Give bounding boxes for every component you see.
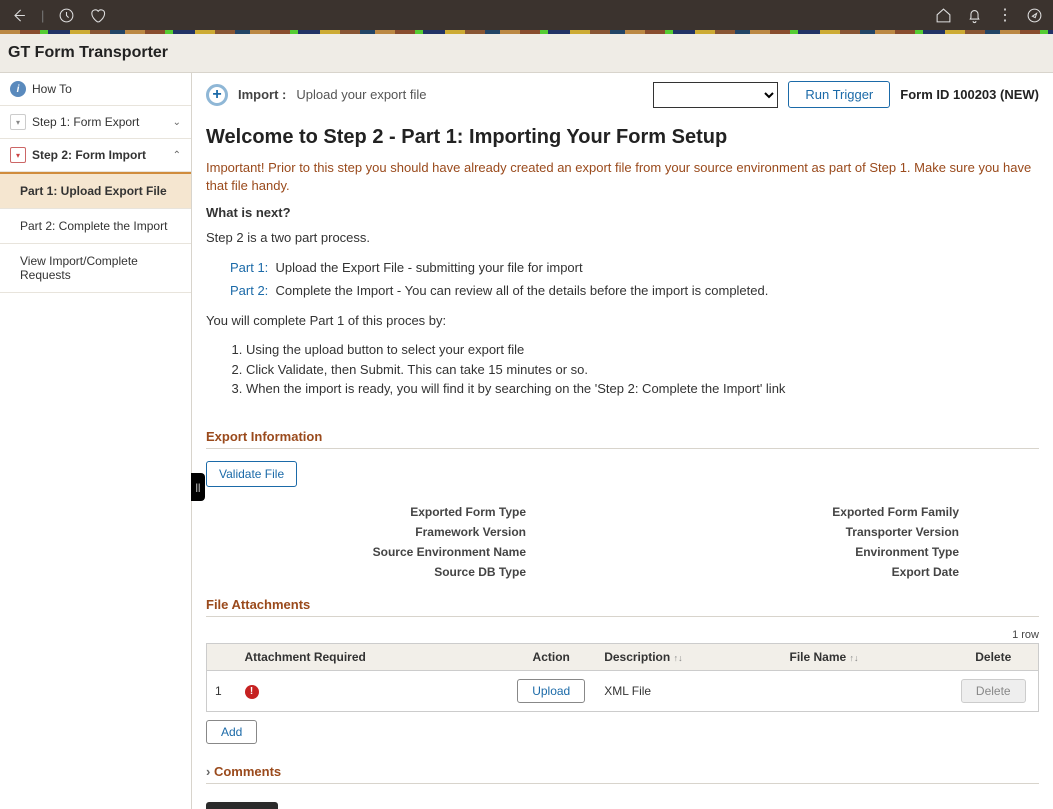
col-delete[interactable]: Delete <box>949 643 1039 670</box>
sidebar-step2[interactable]: ▾ Step 2: Form Import ⌃ <box>0 139 191 172</box>
welcome-heading: Welcome to Step 2 - Part 1: Importing Yo… <box>206 126 1039 149</box>
row-description: XML File <box>596 670 781 711</box>
form-id: Form ID 100203 (NEW) <box>900 87 1039 102</box>
more-icon[interactable]: ⋮ <box>997 5 1012 25</box>
trigger-select[interactable] <box>653 82 778 108</box>
back-icon[interactable] <box>10 7 27 24</box>
run-trigger-button[interactable]: Run Trigger <box>788 81 890 108</box>
heart-icon[interactable] <box>89 7 106 24</box>
import-label: Import : <box>238 87 286 102</box>
content-header: + Import : Upload your export file Run T… <box>192 73 1053 126</box>
sidebar-sub-complete[interactable]: Part 2: Complete the Import <box>0 209 191 244</box>
step-item: Using the upload button to select your e… <box>246 340 1039 360</box>
sidebar-label: Step 2: Form Import <box>32 148 146 162</box>
table-row: 1 ! Upload XML File Delete <box>207 670 1039 711</box>
steps-list: Using the upload button to select your e… <box>246 340 1039 399</box>
sidebar-sub-upload[interactable]: Part 1: Upload Export File <box>0 172 191 209</box>
page-title: GT Form Transporter <box>0 34 1053 73</box>
comments-toggle[interactable]: Comments <box>206 764 1039 784</box>
part1-row: Part 1: Upload the Export File - submitt… <box>230 258 1039 278</box>
export-info-heading: Export Information <box>206 429 1039 449</box>
sidebar-step1[interactable]: ▾ Step 1: Form Export ⌄ <box>0 106 191 139</box>
attachments-heading: File Attachments <box>206 597 1039 617</box>
submit-button[interactable]: Submit <box>206 802 278 809</box>
info-label: Exported Form Family <box>576 505 1039 519</box>
sidebar-label: Step 1: Form Export <box>32 115 139 129</box>
col-filename[interactable]: File Name ↑↓ <box>781 643 948 670</box>
required-icon: ! <box>245 685 259 699</box>
sort-icon: ↑↓ <box>674 653 683 663</box>
info-label: Environment Type <box>576 545 1039 559</box>
compass-icon[interactable] <box>1026 7 1043 24</box>
info-label: Source Environment Name <box>206 545 546 559</box>
row-filename <box>781 670 948 711</box>
add-button[interactable]: + <box>206 84 228 106</box>
delete-button: Delete <box>961 679 1026 703</box>
step-item: When the import is ready, you will find … <box>246 379 1039 399</box>
sidebar-sub-view[interactable]: View Import/Complete Requests <box>0 244 191 293</box>
export-info-grid: Exported Form Type Exported Form Family F… <box>206 505 1039 579</box>
divider: | <box>41 8 44 23</box>
important-note: Important! Prior to this step you should… <box>206 159 1039 195</box>
whatnext-heading: What is next? <box>206 205 1039 220</box>
info-label: Framework Version <box>206 525 546 539</box>
info-label: Exported Form Type <box>206 505 546 519</box>
sidebar-collapse-handle[interactable]: || <box>191 473 205 501</box>
chevron-down-icon: ▾ <box>10 114 26 130</box>
chevron-down-icon: ⌄ <box>173 117 181 128</box>
col-description[interactable]: Description ↑↓ <box>596 643 781 670</box>
part2-row: Part 2: Complete the Import - You can re… <box>230 281 1039 301</box>
bell-icon[interactable] <box>966 7 983 24</box>
home-icon[interactable] <box>935 7 952 24</box>
comments-section: Comments <box>206 764 1039 784</box>
top-navbar: | ⋮ <box>0 0 1053 30</box>
info-label: Transporter Version <box>576 525 1039 539</box>
col-required[interactable]: Attachment Required <box>237 643 507 670</box>
sidebar: i How To ▾ Step 1: Form Export ⌄ ▾ Step … <box>0 73 192 809</box>
step-item: Click Validate, then Submit. This can ta… <box>246 360 1039 380</box>
info-icon: i <box>10 81 26 97</box>
youwill-text: You will complete Part 1 of this proces … <box>206 311 1039 331</box>
upload-button[interactable]: Upload <box>517 679 585 703</box>
sort-icon: ↑↓ <box>850 653 859 663</box>
row-count: 1 row <box>206 629 1039 641</box>
attachments-table: Attachment Required Action Description ↑… <box>206 643 1039 712</box>
twopart-text: Step 2 is a two part process. <box>206 228 1039 248</box>
col-action[interactable]: Action <box>506 643 596 670</box>
row-number: 1 <box>207 670 237 711</box>
clock-icon[interactable] <box>58 7 75 24</box>
sidebar-howto[interactable]: i How To <box>0 73 191 106</box>
sidebar-label: How To <box>32 82 72 96</box>
info-label: Export Date <box>576 565 1039 579</box>
info-label: Source DB Type <box>206 565 546 579</box>
add-row-button[interactable]: Add <box>206 720 257 744</box>
chevron-up-icon: ⌃ <box>173 150 181 161</box>
import-subtitle: Upload your export file <box>296 87 426 102</box>
validate-button[interactable]: Validate File <box>206 461 297 487</box>
chevron-up-icon: ▾ <box>10 147 26 163</box>
main-content: + Import : Upload your export file Run T… <box>192 73 1053 809</box>
